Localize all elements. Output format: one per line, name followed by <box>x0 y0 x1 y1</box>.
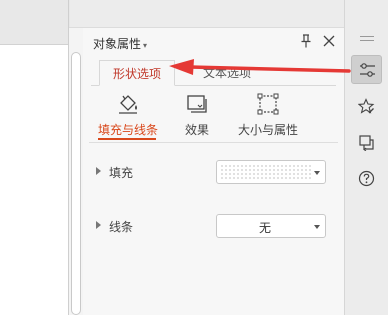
sub-tab-size-and-properties[interactable]: 大小与属性 <box>233 91 303 141</box>
fill-row: 填充 <box>83 160 344 184</box>
active-sub-tab-indicator <box>98 138 156 140</box>
options-tab-bar: 形状选项 文本选项 <box>91 60 336 86</box>
effects-icon <box>187 95 207 113</box>
line-label[interactable]: 线条 <box>109 218 133 235</box>
expand-triangle-icon[interactable] <box>96 221 101 229</box>
sub-tab-label: 大小与属性 <box>237 123 298 137</box>
line-select-value: 无 <box>258 221 271 235</box>
drag-handle-icon[interactable] <box>360 36 374 41</box>
size-properties-icon <box>257 93 279 115</box>
panel-title-dropdown[interactable]: 对象属性 ▾ <box>93 35 147 52</box>
help-button[interactable] <box>351 164 382 193</box>
fill-bucket-icon <box>119 95 137 114</box>
object-properties-panel: 对象属性 ▾ 形状选项 文本选项 填充与线条 效果 大小与属性 填充 线条 无 <box>83 28 344 315</box>
tab-shape-options[interactable]: 形状选项 <box>99 60 175 86</box>
line-row: 线条 无 <box>83 214 344 238</box>
properties-sliders-icon <box>360 63 375 77</box>
layers-transfer-icon <box>359 135 374 151</box>
expand-triangle-icon[interactable] <box>96 167 101 175</box>
sub-tab-bar: 填充与线条 效果 大小与属性 <box>83 91 344 141</box>
scrollbar-thumb[interactable] <box>71 52 81 315</box>
chevron-down-icon <box>314 171 320 175</box>
sub-tab-effects[interactable]: 效果 <box>177 91 217 141</box>
fill-label[interactable]: 填充 <box>109 164 133 181</box>
line-select[interactable]: 无 <box>216 214 326 238</box>
panel-title: 对象属性 <box>93 37 142 51</box>
dotted-pattern-swatch <box>220 164 312 180</box>
sub-tab-fill-and-line[interactable]: 填充与线条 <box>97 91 159 141</box>
right-toolbar <box>344 0 388 315</box>
divider <box>89 142 338 143</box>
properties-button[interactable] <box>351 55 382 84</box>
tab-text-options[interactable]: 文本选项 <box>187 60 267 86</box>
sub-tab-label: 效果 <box>184 123 209 137</box>
transfer-button[interactable] <box>351 128 382 157</box>
style-button[interactable] <box>351 92 382 121</box>
help-icon <box>358 170 375 187</box>
star-edit-icon <box>358 98 375 114</box>
document-page[interactable] <box>0 44 68 315</box>
chevron-down-icon <box>314 225 320 229</box>
sub-tab-label: 填充与线条 <box>97 123 158 137</box>
chevron-down-icon: ▾ <box>143 41 148 50</box>
fill-select[interactable] <box>216 160 326 184</box>
close-icon[interactable] <box>321 33 337 49</box>
pin-icon[interactable] <box>298 33 314 49</box>
